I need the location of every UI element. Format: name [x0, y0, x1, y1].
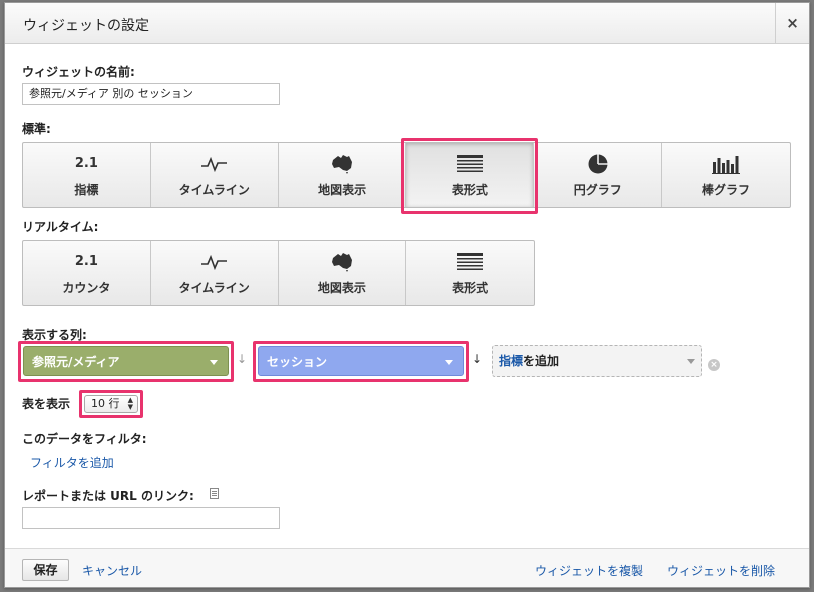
chevron-down-icon	[687, 359, 695, 364]
map-icon	[330, 153, 354, 175]
standard-widget-types: 2.1 指標 タイムライン 地図表示 表形式 円グラフ 棒グラフ	[22, 142, 791, 208]
show-table-label: 表を表示	[22, 397, 71, 411]
widget-settings-dialog: ウィジェットの設定 × ウィジェットの名前: 参照元/メディア 別の セッション…	[4, 2, 810, 588]
tile-label: 表形式	[452, 280, 489, 295]
metric-label: セッション	[267, 355, 328, 369]
dialog-titlebar: ウィジェットの設定 ×	[5, 3, 809, 44]
realtime-widget-types: 2.1 カウンタ タイムライン 地図表示 表形式	[22, 240, 535, 306]
timeline-icon	[200, 153, 228, 175]
sort-arrow-icon[interactable]: ↓	[472, 352, 482, 366]
add-filter-link[interactable]: フィルタを追加	[30, 454, 114, 471]
tile-label: 地図表示	[317, 280, 366, 295]
tile-label: 指標	[74, 182, 99, 197]
tile-standard-map[interactable]: 地図表示	[279, 143, 407, 207]
add-metric-dropdown[interactable]: 指標を追加	[492, 345, 702, 377]
tile-label: カウンタ	[62, 280, 111, 295]
close-button[interactable]: ×	[775, 3, 809, 44]
tile-realtime-counter[interactable]: 2.1 カウンタ	[23, 241, 151, 305]
metric-dropdown[interactable]: セッション	[258, 346, 464, 376]
widget-name-input[interactable]: 参照元/メディア 別の セッション	[22, 83, 280, 105]
map-icon	[330, 251, 354, 273]
table-icon	[456, 251, 484, 273]
add-metric-suffix: を追加	[523, 354, 560, 368]
report-link-label: レポートまたは URL のリンク:	[22, 489, 194, 503]
table-icon	[456, 153, 484, 175]
dialog-footer: 保存 キャンセル ウィジェットを複製 ウィジェットを削除	[5, 548, 809, 587]
standard-label: 標準:	[22, 122, 51, 136]
tile-standard-timeline[interactable]: タイムライン	[151, 143, 279, 207]
add-metric-link: 指標	[499, 354, 524, 368]
metric-icon: 2.1	[74, 156, 98, 171]
tile-label: タイムライン	[178, 182, 250, 197]
counter-icon: 2.1	[74, 254, 98, 269]
tile-label: 表形式	[451, 182, 488, 197]
tile-realtime-map[interactable]: 地図表示	[279, 241, 407, 305]
filter-label: このデータをフィルタ:	[22, 432, 147, 446]
save-button[interactable]: 保存	[22, 559, 69, 581]
timeline-icon	[200, 251, 228, 273]
remove-icon[interactable]: ×	[708, 359, 720, 371]
columns-label: 表示する列:	[22, 328, 87, 342]
tile-standard-bar[interactable]: 棒グラフ	[662, 143, 790, 207]
tile-realtime-timeline[interactable]: タイムライン	[151, 241, 279, 305]
dimension-dropdown[interactable]: 参照元/メディア	[23, 346, 229, 376]
chevron-down-icon	[210, 360, 218, 365]
chevron-down-icon	[445, 360, 453, 365]
rows-select-value: 10 行	[91, 397, 120, 410]
sort-arrow-icon[interactable]: ↓	[237, 352, 247, 366]
updown-icon: ▲ ▼	[127, 396, 133, 411]
tile-standard-pie[interactable]: 円グラフ	[534, 143, 663, 207]
dimension-label: 参照元/メディア	[32, 355, 120, 369]
tile-standard-metric[interactable]: 2.1 指標	[23, 143, 151, 207]
realtime-label: リアルタイム:	[22, 220, 99, 234]
bar-chart-icon	[712, 153, 741, 175]
tile-label: タイムライン	[178, 280, 250, 295]
tile-label: 円グラフ	[573, 182, 622, 197]
tile-label: 地図表示	[318, 182, 367, 197]
widget-name-label: ウィジェットの名前:	[22, 65, 135, 79]
cancel-link[interactable]: キャンセル	[82, 562, 142, 579]
delete-widget-link[interactable]: ウィジェットを削除	[667, 562, 775, 579]
report-link-input[interactable]	[22, 507, 280, 529]
tile-standard-table[interactable]: 表形式	[406, 143, 535, 207]
pie-icon	[587, 153, 609, 175]
document-icon	[210, 488, 219, 499]
tile-realtime-table[interactable]: 表形式	[406, 241, 534, 305]
tile-label: 棒グラフ	[702, 182, 751, 197]
rows-select[interactable]: 10 行 ▲ ▼	[84, 395, 138, 413]
dialog-title: ウィジェットの設定	[23, 18, 149, 34]
duplicate-widget-link[interactable]: ウィジェットを複製	[535, 562, 643, 579]
